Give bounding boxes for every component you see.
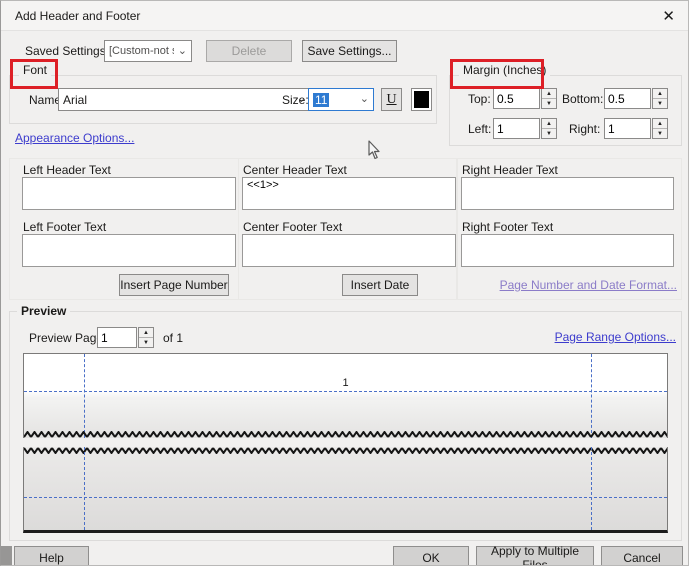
preview-of-label: of 1 [163,331,183,345]
spin-down-button[interactable]: ▼ [542,129,556,138]
preview-group-label: Preview [17,304,70,318]
center-header-label: Center Header Text [243,163,347,177]
center-footer-label: Center Footer Text [243,220,342,234]
right-margin-input[interactable] [604,118,651,139]
preview-page-number: 1 [24,377,667,389]
background-window-sliver [1,546,12,566]
right-footer-label: Right Footer Text [462,220,553,234]
right-header-textarea[interactable] [461,177,674,210]
spin-down-button[interactable]: ▼ [653,129,667,138]
left-header-textarea[interactable] [22,177,236,210]
page-number-date-format-link[interactable]: Page Number and Date Format... [500,278,677,292]
spin-up-button[interactable]: ▲ [139,328,153,338]
preview-page-input[interactable] [97,327,137,348]
font-name-select[interactable]: Arial ⌄ [58,88,311,111]
preview-page-bottom [23,447,668,533]
font-name-value: Arial [63,93,87,107]
spin-up-button[interactable]: ▲ [542,89,556,99]
chevron-down-icon: ⌄ [356,94,369,105]
top-margin-input[interactable] [493,88,540,109]
insert-date-button[interactable]: Insert Date [342,274,418,296]
preview-page-top: 1 [23,353,668,438]
underline-button[interactable]: U [381,88,402,111]
cancel-button[interactable]: Cancel [601,546,683,566]
spin-down-button[interactable]: ▼ [653,99,667,108]
left-footer-label: Left Footer Text [23,220,106,234]
preview-page-label: Preview Page [29,331,103,345]
titlebar: Add Header and Footer ✕ [1,1,688,31]
left-margin-guide [84,447,85,530]
add-header-footer-dialog: Add Header and Footer ✕ Saved Settings: … [0,0,689,566]
right-header-label: Right Header Text [462,163,558,177]
top-margin-stepper: ▲ ▼ [541,88,557,109]
apply-to-multiple-files-button[interactable]: Apply to Multiple Files [476,546,594,566]
font-size-label: Size: [282,93,309,107]
right-margin-guide [591,447,592,530]
font-color-button[interactable] [411,88,432,111]
font-size-combo[interactable]: 11 ⌄ [308,88,374,111]
center-footer-textarea[interactable] [242,234,456,267]
saved-settings-select[interactable]: [Custom-not saved] ⌄ [104,40,192,62]
help-button[interactable]: Help [14,546,89,566]
appearance-options-link[interactable]: Appearance Options... [15,131,134,145]
close-icon[interactable]: ✕ [662,7,675,25]
left-margin-stepper: ▲ ▼ [541,118,557,139]
page-range-options-link[interactable]: Page Range Options... [555,330,676,344]
bottom-margin-stepper: ▲ ▼ [652,88,668,109]
save-settings-button[interactable]: Save Settings... [302,40,397,62]
saved-settings-label: Saved Settings: [25,44,109,58]
spin-down-button[interactable]: ▼ [139,338,153,347]
saved-settings-value: [Custom-not saved] [109,45,174,57]
left-margin-guide [84,354,85,438]
left-margin-input[interactable] [493,118,540,139]
chevron-down-icon: ⌄ [174,46,187,57]
insert-page-number-button[interactable]: Insert Page Number [119,274,229,296]
header-margin-guide [24,391,667,392]
torn-edge [24,431,667,438]
margin-group-label: Margin (Inches) [459,63,550,77]
torn-edge [24,447,667,454]
margin-top-label: Top: [468,92,491,106]
center-header-textarea[interactable]: <<1>> [242,177,456,210]
spin-up-button[interactable]: ▲ [653,119,667,129]
spin-down-button[interactable]: ▼ [542,99,556,108]
left-header-label: Left Header Text [23,163,111,177]
margin-left-label: Left: [468,122,491,136]
right-footer-textarea[interactable] [461,234,674,267]
delete-button[interactable]: Delete [206,40,292,62]
font-size-value: 11 [313,93,329,107]
ok-button[interactable]: OK [393,546,469,566]
mouse-cursor [367,140,380,160]
right-margin-stepper: ▲ ▼ [652,118,668,139]
spin-up-button[interactable]: ▲ [542,119,556,129]
dialog-title: Add Header and Footer [15,9,140,23]
right-margin-guide [591,354,592,438]
margin-right-label: Right: [569,122,600,136]
font-group-label: Font [19,63,51,77]
spin-up-button[interactable]: ▲ [653,89,667,99]
footer-margin-guide [24,497,667,498]
left-footer-textarea[interactable] [22,234,236,267]
bottom-margin-input[interactable] [604,88,651,109]
preview-page-stepper: ▲ ▼ [138,327,154,348]
margin-bottom-label: Bottom: [562,92,603,106]
